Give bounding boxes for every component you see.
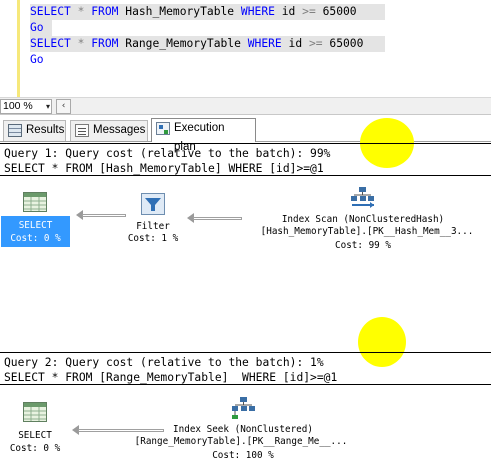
code-line-1[interactable]: SELECT * FROM Hash_MemoryTable WHERE id … <box>30 4 385 20</box>
chevron-left-icon: ‹ <box>61 101 66 111</box>
operator-cost: Cost: 99 % <box>335 240 391 251</box>
operator-gte: >= <box>302 5 316 18</box>
plan-node-select-selected[interactable]: SELECT Cost: 0 % <box>1 216 70 247</box>
chevron-down-icon[interactable]: ▾ <box>46 100 50 113</box>
editor-change-margin <box>17 0 20 97</box>
operator-cost: Cost: 100 % <box>212 450 274 461</box>
keyword-where: WHERE <box>240 5 275 18</box>
operator-name: Index Scan (NonClusteredHash) <box>281 214 445 225</box>
index-seek-icon[interactable] <box>231 396 257 420</box>
filter-icon[interactable] <box>141 193 165 215</box>
code-line-4[interactable]: Go <box>30 52 44 68</box>
data-flow-arrow <box>187 213 242 223</box>
keyword-go: Go <box>30 21 44 34</box>
operator-cost: Cost: 0 % <box>10 233 61 244</box>
zoom-dropdown[interactable]: 100 % ▾ <box>0 99 52 114</box>
keyword-select: SELECT <box>30 37 71 50</box>
execution-plan-icon <box>156 122 170 135</box>
tab-messages[interactable]: Messages <box>70 120 148 141</box>
results-tabbar: Results Messages Execution plan <box>0 115 491 153</box>
result-grid-icon[interactable] <box>23 402 47 422</box>
tab-results[interactable]: Results <box>3 120 66 141</box>
operator-object: [Range_MemoryTable].[PK__Range_Me__... <box>134 436 348 447</box>
operator-star: * <box>77 37 85 50</box>
literal-value: 65000 <box>322 5 357 18</box>
scroll-left-button[interactable]: ‹ <box>56 99 71 114</box>
zoom-value: 100 % <box>3 100 33 112</box>
literal-value: 65000 <box>329 37 364 50</box>
operator-gte: >= <box>308 37 323 50</box>
column-name: id <box>281 5 296 18</box>
data-flow-arrow <box>76 210 126 220</box>
operator-cost: Cost: 1 % <box>127 233 179 244</box>
operator-name: SELECT <box>18 220 53 231</box>
operator-name: SELECT <box>18 430 52 441</box>
result-grid-icon[interactable] <box>23 192 47 212</box>
index-scan-icon[interactable] <box>350 186 376 210</box>
keyword-from: FROM <box>91 5 119 18</box>
query-cost-text: Query 2: Query cost (relative to the bat… <box>4 356 324 369</box>
query-sql-text: SELECT * FROM [Range_MemoryTable] WHERE … <box>4 371 338 384</box>
query2-header: Query 2: Query cost (relative to the bat… <box>0 352 491 385</box>
editor-status-bar: 100 % ▾ ‹ <box>0 97 491 115</box>
column-name: id <box>288 37 303 50</box>
query-sql-text: SELECT * FROM [Hash_MemoryTable] WHERE [… <box>4 162 324 175</box>
grid-icon <box>8 124 22 137</box>
sql-editor[interactable]: SELECT * FROM Hash_MemoryTable WHERE id … <box>0 0 491 97</box>
table-name: Hash_MemoryTable <box>125 5 235 18</box>
operator-star: * <box>77 5 85 18</box>
tab-label: Messages <box>93 124 146 136</box>
messages-icon <box>75 124 89 137</box>
keyword-where: WHERE <box>247 37 282 50</box>
operator-name: Index Seek (NonClustered) <box>173 424 313 435</box>
query-cost-text: Query 1: Query cost (relative to the bat… <box>4 147 331 160</box>
code-line-2[interactable]: Go <box>30 20 52 36</box>
keyword-from: FROM <box>91 37 119 50</box>
keyword-select: SELECT <box>30 5 71 18</box>
code-line-3[interactable]: SELECT * FROM Range_MemoryTable WHERE id… <box>30 36 385 52</box>
operator-name: Filter <box>136 221 170 232</box>
table-name: Range_MemoryTable <box>125 37 241 50</box>
operator-object: [Hash_MemoryTable].[PK__Hash_Mem__3... <box>260 226 474 237</box>
query1-header: Query 1: Query cost (relative to the bat… <box>0 143 491 176</box>
tab-label: Results <box>26 124 65 136</box>
keyword-go: Go <box>30 53 44 66</box>
operator-cost: Cost: 0 % <box>9 443 61 454</box>
tab-execution-plan[interactable]: Execution plan <box>151 118 256 153</box>
